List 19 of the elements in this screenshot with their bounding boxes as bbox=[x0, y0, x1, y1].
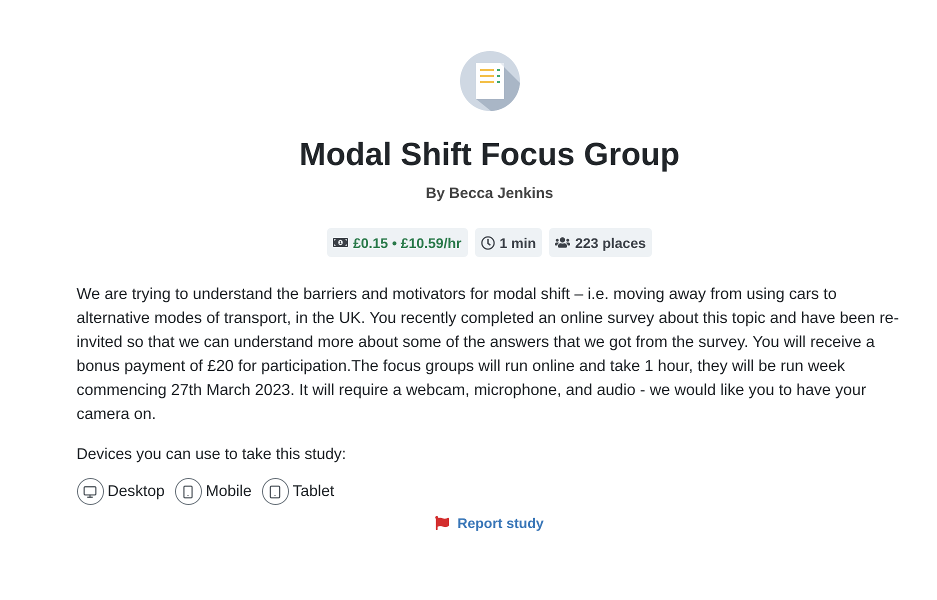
device-label: Mobile bbox=[206, 482, 252, 500]
devices-label: Devices you can use to take this study: bbox=[76, 445, 348, 465]
study-title: Modal Shift Focus Group bbox=[299, 135, 680, 174]
users-icon bbox=[555, 235, 570, 250]
device-label: Tablet bbox=[292, 482, 334, 500]
report-study-link[interactable]: Report study bbox=[435, 515, 544, 531]
badge-text: 1 min bbox=[500, 234, 536, 250]
tablet-icon bbox=[262, 478, 289, 505]
flag-icon bbox=[435, 516, 450, 530]
monitor-icon bbox=[76, 478, 104, 505]
study-description: We are trying to understand the barriers and motivators for modal shift – i.e. moving away from using cars to alternative modes of transport, in the UK. You recently completed an online survey about this topic and have been re-invited so that we can understand more about some of the answers that we got from the survey. You will receive a bonus payment of £20 for participation.The focus groups will run online and take 1 hour, they will be run week commencing 27th March 2023. It will require a webcam, microphone, and audio - we would like you to have your camera on. bbox=[76, 285, 900, 425]
badge-text: 223 places bbox=[575, 234, 646, 250]
device-label: Desktop bbox=[108, 482, 165, 500]
document-icon bbox=[460, 51, 520, 111]
author-name: By Becca Jenkins bbox=[426, 184, 554, 204]
clock-icon bbox=[480, 236, 494, 250]
phone-icon bbox=[174, 478, 202, 505]
badge-text: £0.15 • £10.59/hr bbox=[353, 234, 462, 250]
money-bill-icon bbox=[333, 235, 348, 250]
